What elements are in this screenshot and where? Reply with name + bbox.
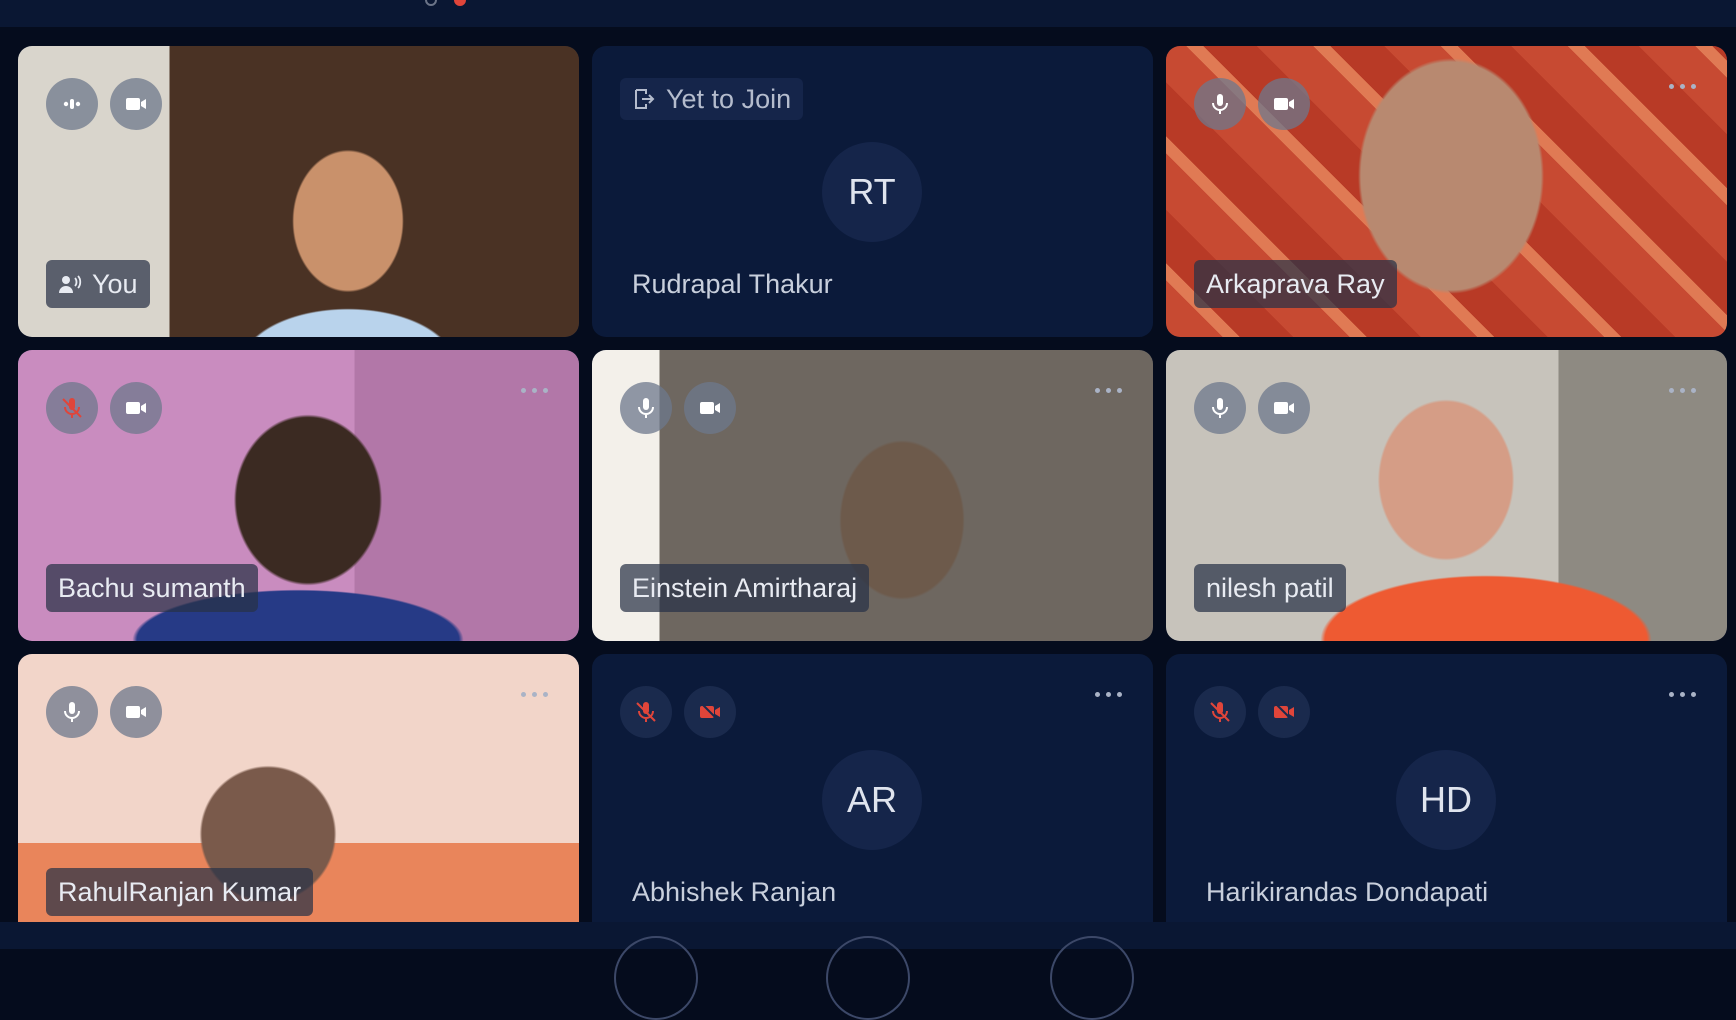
participant-name-label: Einstein Amirtharaj (620, 564, 870, 612)
avatar: AR (822, 750, 922, 850)
speaking-person-icon (59, 275, 82, 293)
video-camera-icon[interactable] (110, 686, 162, 738)
participant-tile-harikirandas[interactable]: HD Harikirandas Dondapati (1166, 654, 1727, 924)
participant-name-label: Rudrapal Thakur (620, 260, 845, 308)
top-bar (0, 0, 1736, 27)
participant-name-label: Abhishek Ranjan (620, 868, 848, 916)
microphone-muted-icon[interactable] (620, 686, 672, 738)
status-text: Yet to Join (666, 83, 792, 114)
more-options-icon[interactable] (521, 684, 551, 704)
participant-tile-arkaprava[interactable]: Arkaprava Ray (1166, 46, 1727, 337)
record-indicator-icon (454, 0, 466, 6)
participant-name: Arkaprava Ray (1206, 268, 1385, 299)
participant-tile-you[interactable]: You (18, 46, 579, 337)
avatar: RT (822, 142, 922, 242)
participant-name: Abhishek Ranjan (632, 876, 837, 907)
participant-tile-rudrapal[interactable]: Yet to Join RT Rudrapal Thakur (592, 46, 1153, 337)
more-options-icon[interactable] (521, 380, 551, 400)
microphone-muted-icon[interactable] (1194, 686, 1246, 738)
participant-tile-nilesh[interactable]: nilesh patil (1166, 350, 1727, 641)
avatar: HD (1396, 750, 1496, 850)
participant-name: Harikirandas Dondapati (1206, 876, 1489, 907)
microphone-icon[interactable] (620, 382, 672, 434)
participant-name-label: RahulRanjan Kumar (46, 868, 314, 916)
more-options-icon[interactable] (1095, 684, 1125, 704)
participant-name: Bachu sumanth (58, 572, 246, 603)
speaking-indicator-icon[interactable] (46, 78, 98, 130)
more-options-icon[interactable] (1669, 684, 1699, 704)
video-camera-icon[interactable] (1258, 382, 1310, 434)
participant-name-label: Arkaprava Ray (1194, 260, 1397, 308)
video-camera-icon[interactable] (684, 382, 736, 434)
microphone-muted-icon[interactable] (46, 382, 98, 434)
participant-name: You (92, 268, 138, 299)
video-off-icon[interactable] (1258, 686, 1310, 738)
video-camera-icon[interactable] (110, 382, 162, 434)
participant-name-label: nilesh patil (1194, 564, 1346, 612)
participant-tile-rahul[interactable]: RahulRanjan Kumar (18, 654, 579, 924)
video-camera-icon[interactable] (110, 78, 162, 130)
participant-tile-bachu[interactable]: Bachu sumanth (18, 350, 579, 641)
microphone-icon[interactable] (1194, 382, 1246, 434)
status-ring-icon (425, 0, 437, 6)
participant-name: RahulRanjan Kumar (58, 876, 302, 907)
more-options-icon[interactable] (1095, 380, 1125, 400)
video-off-icon[interactable] (684, 686, 736, 738)
exit-door-icon (635, 89, 655, 109)
participant-name: nilesh patil (1206, 572, 1334, 603)
bottom-control-bar (0, 922, 1736, 1020)
participant-name: Einstein Amirtharaj (632, 572, 858, 603)
participant-name-label: Harikirandas Dondapati (1194, 868, 1500, 916)
participant-name: Rudrapal Thakur (632, 268, 833, 299)
participant-name-label: You (46, 260, 150, 308)
more-options-icon[interactable] (1669, 76, 1699, 96)
participant-tile-einstein[interactable]: Einstein Amirtharaj (592, 350, 1153, 641)
participant-tile-abhishek[interactable]: AR Abhishek Ranjan (592, 654, 1153, 924)
yet-to-join-badge: Yet to Join (620, 78, 804, 120)
microphone-icon[interactable] (46, 686, 98, 738)
video-camera-icon[interactable] (1258, 78, 1310, 130)
more-options-icon[interactable] (1669, 380, 1699, 400)
participant-name-label: Bachu sumanth (46, 564, 258, 612)
microphone-icon[interactable] (1194, 78, 1246, 130)
